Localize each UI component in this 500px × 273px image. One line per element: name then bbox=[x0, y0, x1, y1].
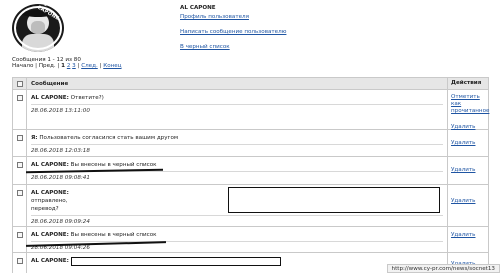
delete-link[interactable]: Удалить bbox=[451, 167, 485, 174]
table-row: Я: Пользователь согласился стать вашим д… bbox=[13, 130, 488, 157]
pager-page-1: 1 bbox=[61, 63, 66, 69]
message-text: Ответите?) bbox=[70, 95, 104, 101]
message-sender: AL CAPONE: bbox=[31, 162, 69, 168]
row-checkbox[interactable] bbox=[16, 135, 23, 141]
message-date: 28.06.2018 13:11:00 bbox=[31, 108, 90, 114]
row-checkbox[interactable] bbox=[16, 190, 23, 196]
row-checkbox[interactable] bbox=[16, 258, 23, 264]
write-message-link[interactable]: Написать сообщение пользователю bbox=[180, 28, 286, 37]
pager-end[interactable]: Конец bbox=[103, 63, 121, 69]
message-date: 28.06.2018 09:08:41 bbox=[31, 175, 90, 181]
message-text: Вы внесены в черный список bbox=[70, 232, 157, 238]
redacted-text-block bbox=[70, 257, 281, 266]
col-header-message: Сообщение bbox=[27, 78, 448, 89]
pager-next[interactable]: След. bbox=[81, 63, 98, 69]
user-avatar: AL CAPONE bbox=[12, 4, 64, 52]
delete-link[interactable]: Удалить bbox=[451, 140, 485, 147]
row-checkbox[interactable] bbox=[16, 95, 23, 101]
message-sender: AL CAPONE: bbox=[31, 190, 69, 196]
message-sender: AL CAPONE: bbox=[31, 95, 69, 101]
pager-prev: Пред. bbox=[38, 63, 56, 69]
blacklist-link[interactable]: В черный список bbox=[180, 43, 286, 52]
table-header: Сообщение Действия bbox=[13, 78, 488, 90]
delete-link[interactable]: Удалить bbox=[451, 232, 485, 239]
col-header-actions: Действия bbox=[451, 80, 482, 86]
status-bar-url: http://www.cy-pr.com/news/socnet13 bbox=[386, 264, 500, 273]
message-date: 28.06.2018 12:03:18 bbox=[31, 148, 90, 154]
message-sender: Я: bbox=[31, 135, 38, 141]
pager-start: Начало bbox=[12, 63, 34, 69]
select-all-checkbox[interactable] bbox=[16, 81, 23, 87]
message-date: 28.06.2018 09:04:26 bbox=[31, 245, 90, 251]
mark-read-link[interactable]: Отметить как прочитанное bbox=[451, 94, 489, 115]
pager-page-2[interactable]: 2 bbox=[67, 63, 71, 69]
message-date: 28.06.2018 09:09:24 bbox=[31, 219, 90, 225]
message-sender: AL CAPONE: bbox=[31, 258, 69, 264]
profile-link[interactable]: Профиль пользователя bbox=[180, 13, 286, 22]
message-sender: AL CAPONE: bbox=[31, 232, 69, 238]
row-checkbox[interactable] bbox=[16, 232, 23, 238]
table-row: AL CAPONE: Ответите?) 28.06.2018 13:11:0… bbox=[13, 90, 489, 130]
message-text: Вы внесены в черный список bbox=[70, 162, 157, 168]
pagination: Начало | Пред. | 1 2 3 | След. | Конец bbox=[12, 63, 122, 69]
delete-link[interactable]: Удалить bbox=[451, 198, 485, 205]
redacted-text-block bbox=[228, 187, 440, 213]
table-row: AL CAPONE: Вы внесены в черный список 28… bbox=[13, 227, 488, 253]
profile-name: AL CAPONE bbox=[180, 5, 216, 11]
pager-page-3[interactable]: 3 bbox=[72, 63, 76, 69]
message-text: Пользователь согласился стать вашим друг… bbox=[39, 135, 179, 141]
row-checkbox[interactable] bbox=[16, 162, 23, 168]
profile-panel: AL CAPONE Профиль пользователя Написать … bbox=[180, 4, 286, 52]
